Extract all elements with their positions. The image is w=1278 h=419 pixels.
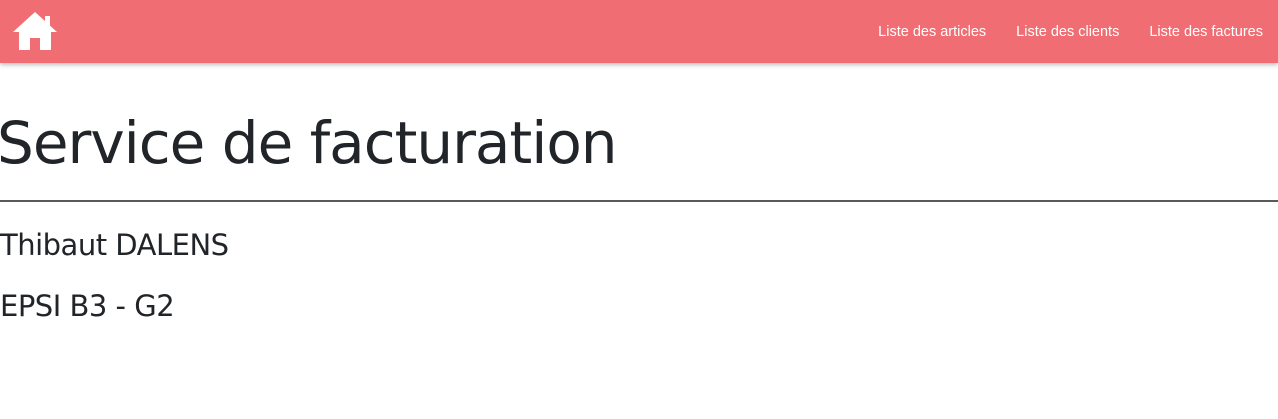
nav-links: Liste des articles Liste des clients Lis…: [878, 0, 1263, 63]
home-link[interactable]: [11, 10, 59, 52]
home-icon: [13, 12, 57, 50]
class-group: EPSI B3 - G2: [0, 289, 175, 323]
nav-link-clients[interactable]: Liste des clients: [1016, 24, 1119, 40]
divider: [0, 200, 1278, 202]
nav-link-factures[interactable]: Liste des factures: [1149, 24, 1263, 40]
nav-link-articles[interactable]: Liste des articles: [878, 24, 986, 40]
page-title: Service de facturation: [0, 109, 618, 177]
author-name: Thibaut DALENS: [0, 228, 229, 262]
navbar: Liste des articles Liste des clients Lis…: [0, 0, 1278, 63]
